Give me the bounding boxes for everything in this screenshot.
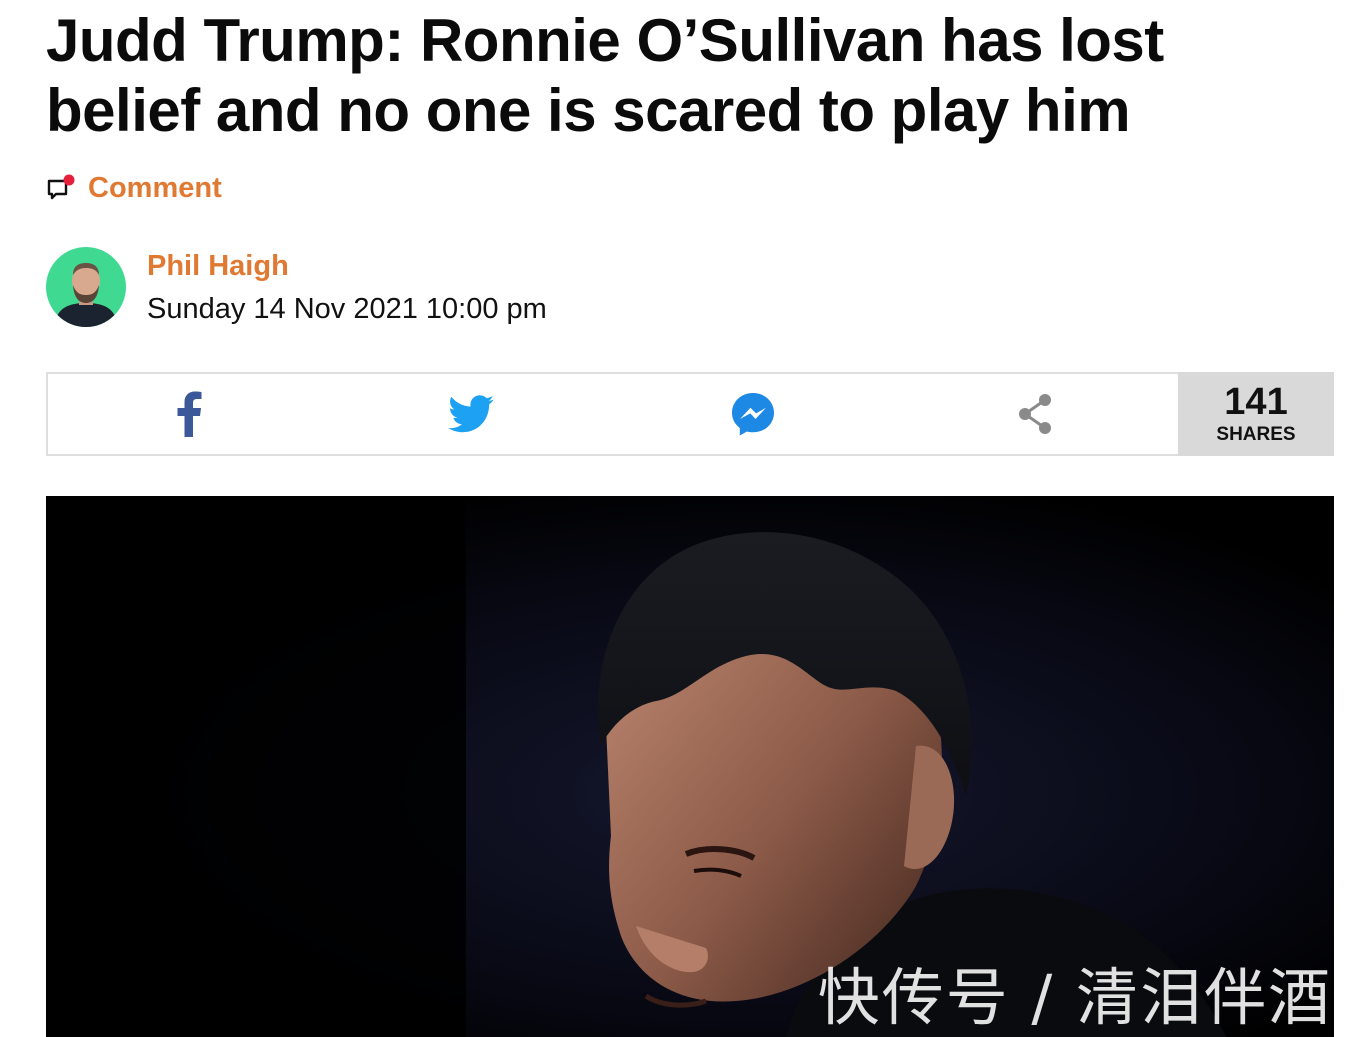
hero-image[interactable]: 快传号 / 清泪伴酒 [46, 496, 1334, 1037]
comment-label: Comment [88, 171, 222, 204]
share-count-number: 141 [1224, 380, 1288, 423]
twitter-share-button[interactable] [330, 374, 612, 454]
author-name[interactable]: Phil Haigh [147, 248, 547, 284]
generic-share-button[interactable] [894, 374, 1176, 454]
article-page: Judd Trump: Ronnie O’Sullivan has lost b… [0, 0, 1350, 1037]
facebook-icon [177, 391, 202, 437]
comment-link[interactable]: Comment [46, 170, 222, 206]
byline: Phil Haigh Sunday 14 Nov 2021 10:00 pm [46, 247, 547, 327]
article-headline: Judd Trump: Ronnie O’Sullivan has lost b… [46, 7, 1164, 144]
publish-date: Sunday 14 Nov 2021 10:00 pm [147, 293, 547, 325]
author-avatar[interactable] [46, 247, 126, 327]
facebook-share-button[interactable] [48, 374, 330, 454]
comment-icon [47, 174, 75, 200]
messenger-share-button[interactable] [612, 374, 894, 454]
share-count-label: SHARES [1216, 423, 1296, 445]
messenger-icon [732, 393, 774, 436]
hero-photo [46, 496, 1334, 1037]
share-bar: 141 SHARES [46, 372, 1334, 456]
twitter-icon [448, 395, 494, 433]
share-icon [1019, 394, 1051, 434]
share-count: 141 SHARES [1178, 372, 1334, 456]
hero-watermark: 快传号 / 清泪伴酒 [817, 961, 1332, 1034]
